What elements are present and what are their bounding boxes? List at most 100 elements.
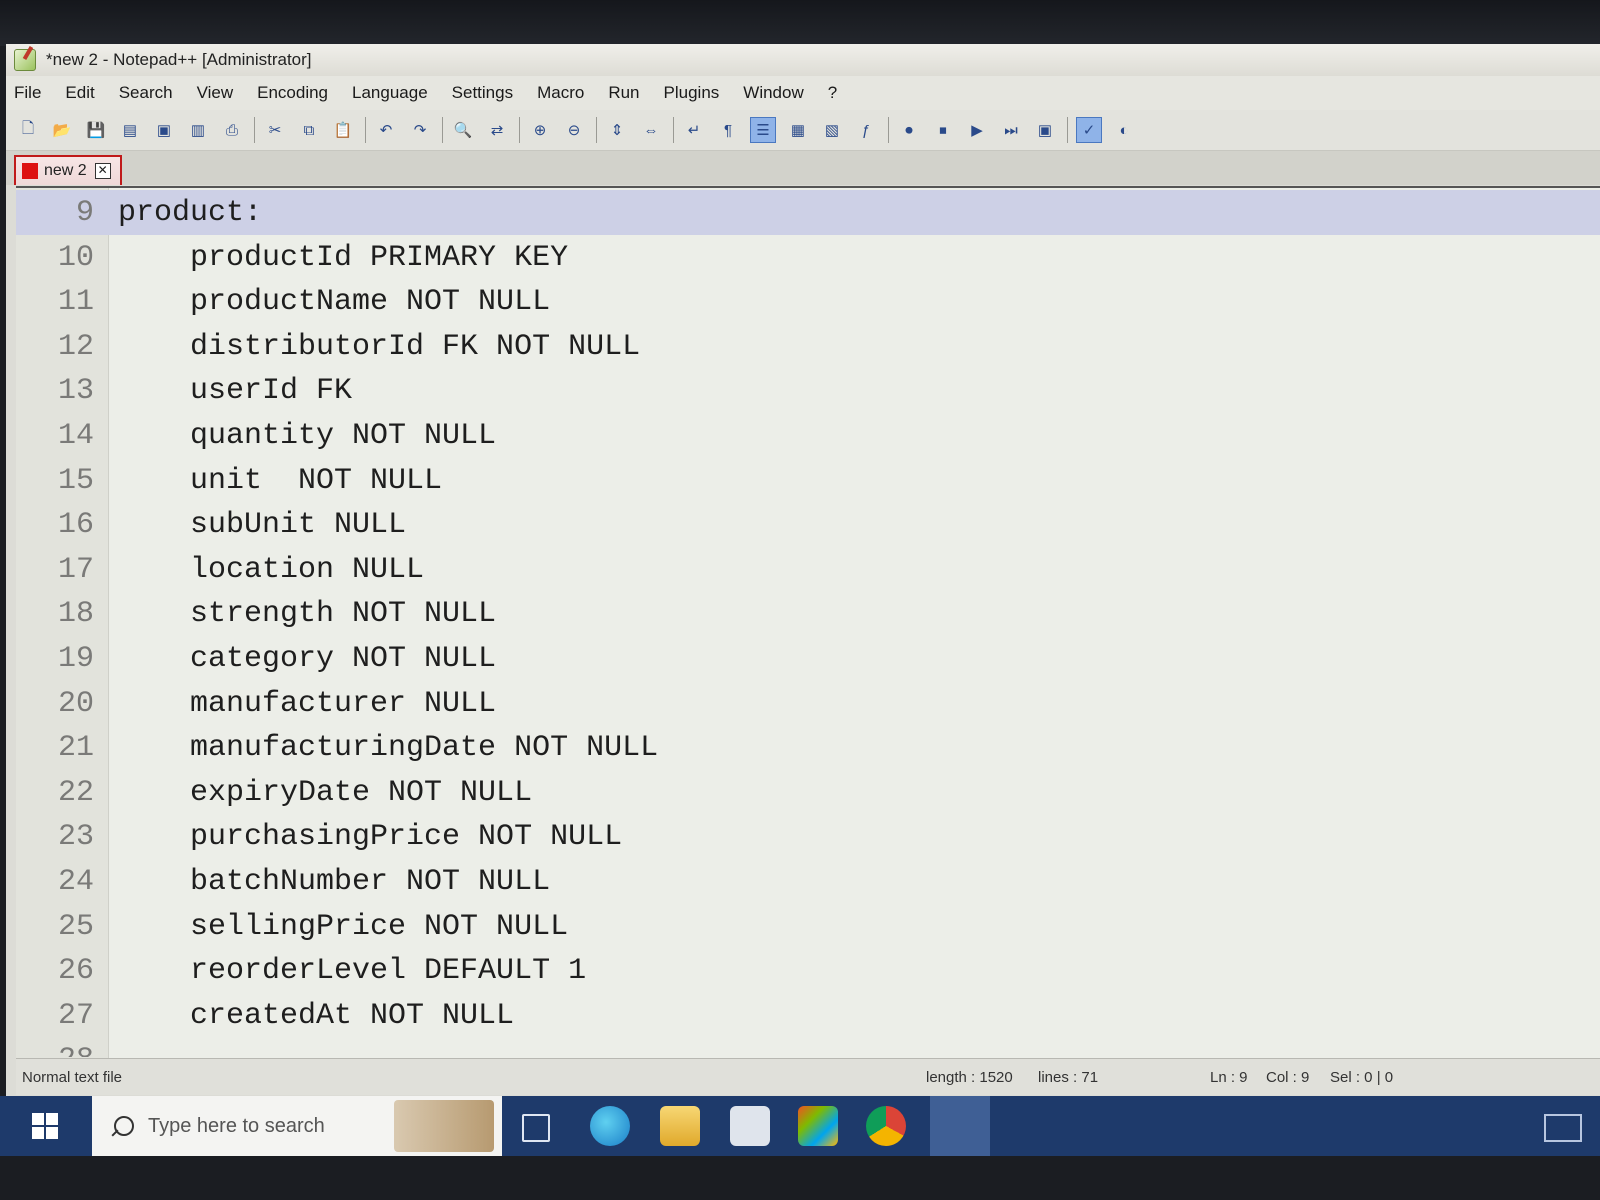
zoom-out-icon[interactable]: ⊖ — [562, 118, 586, 142]
code-line[interactable]: 16 subUnit NULL — [16, 502, 1600, 547]
menu-bar: File Edit Search View Encoding Language … — [6, 76, 1600, 110]
line-number: 10 — [57, 240, 94, 275]
line-text: manufacturingDate NOT NULL — [118, 731, 659, 766]
menu-plugins[interactable]: Plugins — [662, 83, 722, 103]
zoom-in-icon[interactable]: ⊕ — [528, 118, 552, 142]
code-line[interactable]: 26 reorderLevel DEFAULT 1 — [16, 948, 1600, 993]
line-number: 16 — [57, 508, 94, 543]
code-line[interactable]: 13 userId FK — [16, 368, 1600, 413]
code-line[interactable]: 20 manufacturer NULL — [16, 681, 1600, 726]
code-line[interactable]: 25 sellingPrice NOT NULL — [16, 904, 1600, 949]
word-wrap-icon[interactable]: ↵ — [682, 118, 706, 142]
spell-check-icon[interactable]: ✓ — [1076, 117, 1102, 143]
sync-horizontal-icon[interactable]: ⇔ — [639, 118, 663, 142]
new-file-icon[interactable]: 🗋 — [16, 118, 40, 142]
start-button[interactable] — [0, 1096, 90, 1156]
stop-record-icon[interactable]: ⏹ — [931, 118, 955, 142]
show-all-chars-icon[interactable]: ¶ — [716, 118, 740, 142]
notification-icon[interactable] — [1544, 1114, 1582, 1142]
line-number: 18 — [57, 597, 94, 632]
line-text: distributorId FK NOT NULL — [118, 329, 641, 364]
line-number: 20 — [57, 686, 94, 721]
toolbar-separator — [442, 117, 443, 143]
line-number: 24 — [57, 864, 94, 899]
menu-run[interactable]: Run — [606, 83, 641, 103]
save-all-icon[interactable]: ▤ — [118, 118, 142, 142]
title-bar[interactable]: *new 2 - Notepad++ [Administrator] — [6, 44, 1600, 76]
line-number: 17 — [57, 552, 94, 587]
menu-help[interactable]: ? — [826, 83, 839, 103]
indent-guide-icon[interactable]: ☰ — [750, 117, 776, 143]
code-line[interactable]: 11 productName NOT NULL — [16, 279, 1600, 324]
line-text: userId FK — [118, 374, 353, 409]
menu-file[interactable]: File — [12, 83, 43, 103]
print-icon[interactable]: ⎙ — [220, 118, 244, 142]
sync-vertical-icon[interactable]: ⇕ — [605, 118, 629, 142]
run-macro-multiple-icon[interactable]: ⏭ — [999, 118, 1023, 142]
undo-icon[interactable]: ↶ — [374, 118, 398, 142]
close-icon[interactable]: ▣ — [152, 118, 176, 142]
window-title: *new 2 - Notepad++ [Administrator] — [46, 50, 312, 69]
plugin-icon[interactable]: ◐ — [1112, 118, 1136, 142]
tab-new-2[interactable]: new 2 ✕ — [14, 155, 122, 185]
save-macro-icon[interactable]: ▣ — [1033, 118, 1057, 142]
line-text: category NOT NULL — [118, 641, 497, 676]
code-line[interactable]: 27 createdAt NOT NULL — [16, 993, 1600, 1038]
unsaved-file-icon — [22, 163, 38, 179]
search-icon — [114, 1116, 134, 1136]
windows-logo-icon — [32, 1113, 58, 1139]
menu-encoding[interactable]: Encoding — [255, 83, 330, 103]
code-line[interactable]: 21 manufacturingDate NOT NULL — [16, 725, 1600, 770]
line-number: 21 — [57, 731, 94, 766]
code-line[interactable]: 10 productId PRIMARY KEY — [16, 235, 1600, 280]
document-map-icon[interactable]: ▦ — [786, 118, 810, 142]
tab-close-icon[interactable]: ✕ — [94, 163, 111, 179]
menu-settings[interactable]: Settings — [450, 83, 515, 103]
paste-icon[interactable]: 📋 — [331, 118, 355, 142]
cut-icon[interactable]: ✂ — [263, 118, 287, 142]
taskbar-search-box[interactable]: Type here to search — [92, 1096, 502, 1156]
menu-view[interactable]: View — [195, 83, 236, 103]
code-line[interactable]: 22 expiryDate NOT NULL — [16, 770, 1600, 815]
folder-workspace-icon[interactable]: ƒ — [854, 118, 878, 142]
menu-search[interactable]: Search — [117, 83, 175, 103]
find-icon[interactable]: 🔍 — [451, 118, 475, 142]
save-icon[interactable]: 💾 — [84, 118, 108, 142]
code-line[interactable]: 24 batchNumber NOT NULL — [16, 859, 1600, 904]
menu-edit[interactable]: Edit — [63, 83, 96, 103]
file-explorer-icon[interactable] — [660, 1106, 700, 1146]
play-macro-icon[interactable]: ▶ — [965, 118, 989, 142]
redo-icon[interactable]: ↷ — [408, 118, 432, 142]
menu-macro[interactable]: Macro — [535, 83, 586, 103]
code-line[interactable]: 18 strength NOT NULL — [16, 591, 1600, 636]
status-sel: Sel : 0 | 0 — [1330, 1069, 1394, 1086]
code-line-current[interactable]: 9 product: — [16, 190, 1600, 235]
function-list-icon[interactable]: ▧ — [820, 118, 844, 142]
toolbar-separator — [519, 117, 520, 143]
tab-bar: new 2 ✕ — [6, 151, 1600, 185]
open-file-icon[interactable]: 📂 — [50, 118, 74, 142]
status-file-type: Normal text file — [22, 1069, 123, 1086]
record-macro-icon[interactable]: ⏺ — [897, 118, 921, 142]
close-all-icon[interactable]: ▥ — [186, 118, 210, 142]
replace-icon[interactable]: ⇄ — [485, 118, 509, 142]
code-line-partial[interactable]: 28 — [16, 1037, 1600, 1057]
code-line[interactable]: 23 purchasingPrice NOT NULL — [16, 814, 1600, 859]
notepad-plus-plus-taskbar-icon[interactable] — [930, 1096, 990, 1156]
mail-icon[interactable] — [730, 1106, 770, 1146]
line-text: expiryDate NOT NULL — [118, 775, 533, 810]
copy-icon[interactable]: ⧉ — [297, 118, 321, 142]
editor-area[interactable]: 9 product: 10 productId PRIMARY KEY 11 p… — [16, 186, 1600, 1058]
menu-window[interactable]: Window — [741, 83, 805, 103]
store-icon[interactable] — [798, 1106, 838, 1146]
line-text: sellingPrice NOT NULL — [118, 909, 569, 944]
code-line[interactable]: 12 distributorId FK NOT NULL — [16, 324, 1600, 369]
edge-icon[interactable] — [590, 1106, 630, 1146]
task-view-icon[interactable] — [522, 1114, 550, 1142]
code-line[interactable]: 19 category NOT NULL — [16, 636, 1600, 681]
code-line[interactable]: 15 unit NOT NULL — [16, 458, 1600, 503]
code-line[interactable]: 17 location NULL — [16, 547, 1600, 592]
code-line[interactable]: 14 quantity NOT NULL — [16, 413, 1600, 458]
menu-language[interactable]: Language — [350, 83, 430, 103]
chrome-icon[interactable] — [866, 1106, 906, 1146]
